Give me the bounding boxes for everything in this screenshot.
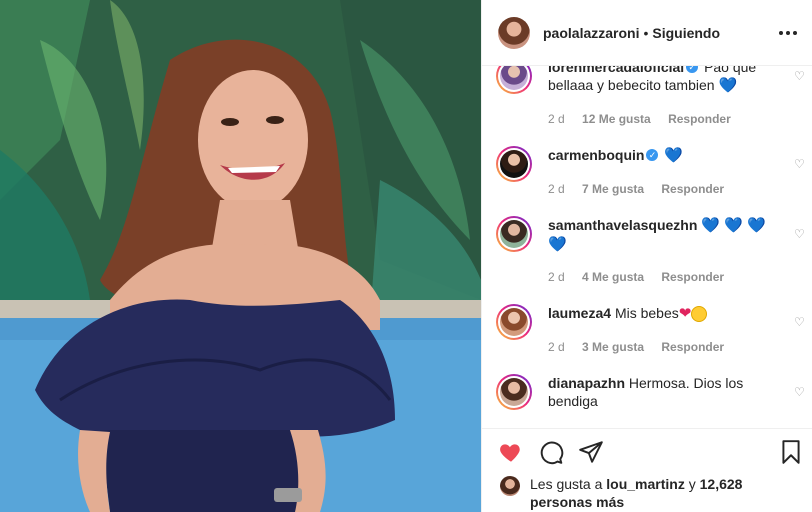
comment-username[interactable]: laumeza4: [548, 305, 611, 321]
post-side-panel: paolalazzaroni • Siguiendo lorenmercadal…: [481, 0, 812, 512]
comment-username[interactable]: dianapazhn: [548, 375, 625, 391]
comment-like-heart-icon[interactable]: ♡: [794, 386, 806, 398]
comment-age: 2 d: [548, 182, 565, 196]
blue-heart-emoji: 💙: [718, 77, 738, 94]
instagram-post: paolalazzaroni • Siguiendo lorenmercadal…: [0, 0, 812, 512]
post-actions: Les gusta a lou_martinz y 12,628 persona…: [482, 428, 812, 512]
comment-avatar[interactable]: [496, 374, 532, 410]
comment-like-heart-icon[interactable]: ♡: [794, 70, 806, 82]
follow-status-button[interactable]: Siguiendo: [652, 25, 720, 41]
author-username[interactable]: paolalazzaroni: [543, 25, 639, 41]
reply-button[interactable]: Responder: [661, 340, 724, 354]
comments-list[interactable]: lorenmercadaloficial ✓ Pao que bellaaa y …: [482, 66, 812, 428]
comment-like-heart-icon[interactable]: ♡: [794, 158, 806, 170]
verified-badge-icon: ✓: [646, 149, 659, 162]
comment-body: Mis bebes: [614, 305, 679, 321]
comment-username[interactable]: lorenmercadaloficial: [548, 66, 684, 75]
heart-eyes-emoji-icon: [691, 306, 708, 323]
reply-button[interactable]: Responder: [661, 270, 724, 284]
comment-text: dianapazhn Hermosa. Dios los bendiga: [548, 374, 774, 410]
comment-like-heart-icon[interactable]: ♡: [794, 316, 806, 328]
comment-likes[interactable]: 3 Me gusta: [582, 340, 644, 354]
header-separator: •: [643, 24, 649, 41]
comment-age: 2 d: [548, 270, 565, 284]
comment-text: lorenmercadaloficial ✓ Pao que bellaaa y …: [548, 66, 774, 95]
reply-button[interactable]: Responder: [668, 112, 731, 126]
comment-avatar[interactable]: [496, 146, 532, 182]
comment-text: laumeza4 Mis bebes❤: [548, 304, 774, 323]
comment-meta: 2 d 3 Me gusta Responder: [548, 340, 724, 354]
comment-likes[interactable]: 4 Me gusta: [582, 270, 644, 284]
comment-text: samanthavelasquezhn 💙 💙 💙 💙: [548, 216, 774, 254]
comment-username[interactable]: samanthavelasquezhn: [548, 217, 697, 233]
photo-illustration: [0, 0, 481, 512]
comment-text: carmenboquin ✓ 💙: [548, 146, 774, 165]
comment-age: 2 d: [548, 112, 565, 126]
red-heart-emoji: ❤: [678, 305, 692, 322]
more-dots-icon[interactable]: [779, 24, 799, 42]
likes-prefix: Les gusta a: [530, 476, 603, 492]
reply-button[interactable]: Responder: [661, 182, 724, 196]
author-avatar[interactable]: [498, 16, 530, 49]
blue-heart-emoji: 💙: [664, 147, 684, 164]
verified-badge-icon: ✓: [686, 66, 699, 74]
post-photo[interactable]: [0, 0, 481, 512]
comment-age: 2 d: [548, 340, 565, 354]
likes-text: Les gusta a lou_martinz y 12,628 persona…: [530, 475, 800, 511]
comment-avatar[interactable]: [496, 66, 532, 94]
likes-joiner: y: [688, 476, 696, 492]
comment-username[interactable]: carmenboquin: [548, 147, 644, 163]
paper-plane-icon[interactable]: [578, 439, 604, 465]
heart-filled-icon[interactable]: [498, 439, 524, 465]
comment-avatar[interactable]: [496, 216, 532, 252]
bookmark-icon[interactable]: [778, 439, 804, 465]
comment-meta: 2 d 12 Me gusta Responder: [548, 112, 731, 126]
comment-likes[interactable]: 12 Me gusta: [582, 112, 651, 126]
comment-avatar[interactable]: [496, 304, 532, 340]
liker-username[interactable]: lou_martinz: [606, 476, 685, 492]
comment-meta: 2 d 7 Me gusta Responder: [548, 182, 724, 196]
comment-meta: 2 d 4 Me gusta Responder: [548, 270, 724, 284]
liker-avatar[interactable]: [500, 476, 520, 496]
comment-bubble-icon[interactable]: [538, 439, 564, 465]
post-header: paolalazzaroni • Siguiendo: [482, 0, 812, 66]
comment-like-heart-icon[interactable]: ♡: [794, 228, 806, 240]
comment-likes[interactable]: 7 Me gusta: [582, 182, 644, 196]
